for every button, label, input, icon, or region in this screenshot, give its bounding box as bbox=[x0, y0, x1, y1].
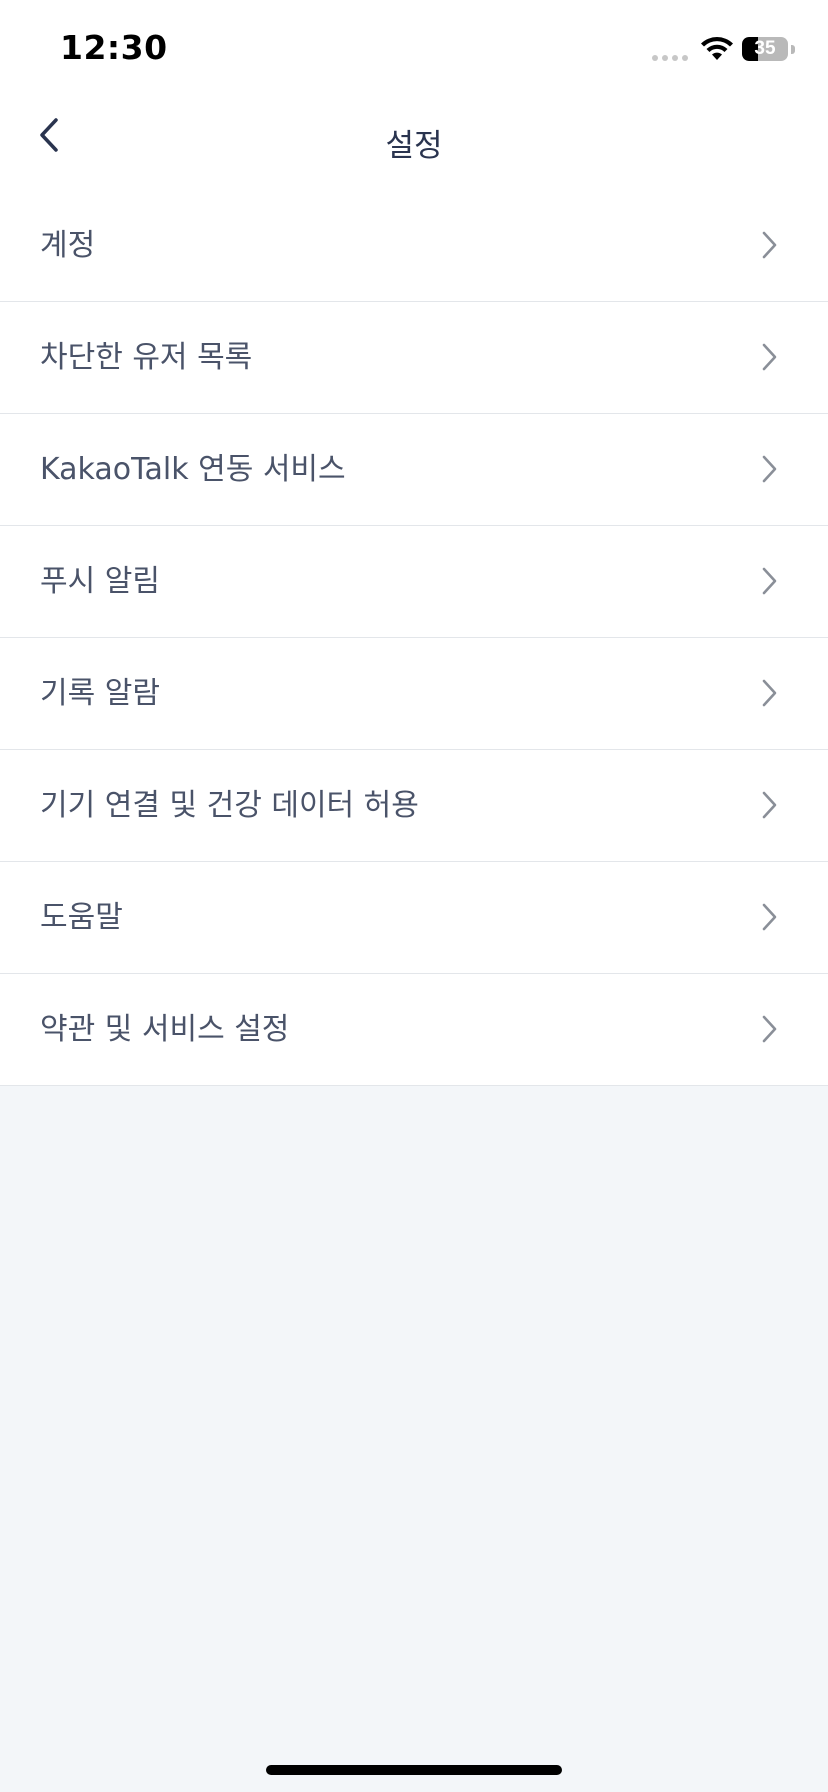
chevron-right-icon bbox=[762, 231, 777, 259]
battery-cap bbox=[791, 45, 795, 54]
settings-menu-item-label: 약관 및 서비스 설정 bbox=[40, 1012, 290, 1047]
battery-level: 35 bbox=[754, 38, 776, 59]
settings-menu-item-label: 도움말 bbox=[40, 900, 123, 935]
chevron-right-icon bbox=[762, 1015, 777, 1043]
chevron-right-icon bbox=[762, 679, 777, 707]
chevron-right-icon bbox=[762, 343, 777, 371]
settings-menu-item[interactable]: 기기 연결 및 건강 데이터 허용 bbox=[0, 750, 828, 862]
settings-menu-item[interactable]: 도움말 bbox=[0, 862, 828, 974]
settings-menu-item-label: 계정 bbox=[40, 228, 96, 263]
settings-menu-item-label: 푸시 알림 bbox=[40, 564, 160, 599]
battery-icon: 35 bbox=[742, 37, 788, 61]
settings-menu-item[interactable]: 푸시 알림 bbox=[0, 526, 828, 638]
settings-menu-item[interactable]: 차단한 유저 목록 bbox=[0, 302, 828, 414]
navigation-bar: 설정 bbox=[0, 100, 828, 190]
chevron-right-icon bbox=[762, 455, 777, 483]
settings-menu-list: 계정차단한 유저 목록 KakaoTalk 연동 서비스푸시 알림기록 알람기기 … bbox=[0, 190, 828, 1086]
home-indicator[interactable] bbox=[266, 1765, 562, 1775]
settings-menu-item[interactable]: 계정 bbox=[0, 190, 828, 302]
status-bar: 12:30 35 bbox=[0, 0, 828, 100]
header-area: 12:30 35 설정 bbox=[0, 0, 828, 190]
wifi-icon bbox=[701, 37, 733, 60]
settings-menu-item[interactable]: KakaoTalk 연동 서비스 bbox=[0, 414, 828, 526]
settings-menu-item[interactable]: 약관 및 서비스 설정 bbox=[0, 974, 828, 1086]
cellular-signal-icon bbox=[652, 55, 688, 61]
chevron-right-icon bbox=[762, 791, 777, 819]
status-time: 12:30 bbox=[60, 28, 168, 67]
chevron-right-icon bbox=[762, 903, 777, 931]
settings-menu-item[interactable]: 기록 알람 bbox=[0, 638, 828, 750]
settings-menu-item-label: 차단한 유저 목록 bbox=[40, 340, 253, 375]
settings-menu-item-label: 기록 알람 bbox=[40, 676, 160, 711]
chevron-right-icon bbox=[762, 567, 777, 595]
page-title: 설정 bbox=[385, 128, 443, 164]
settings-menu-item-label: KakaoTalk 연동 서비스 bbox=[40, 452, 346, 487]
settings-menu-item-label: 기기 연결 및 건강 데이터 허용 bbox=[40, 788, 419, 823]
